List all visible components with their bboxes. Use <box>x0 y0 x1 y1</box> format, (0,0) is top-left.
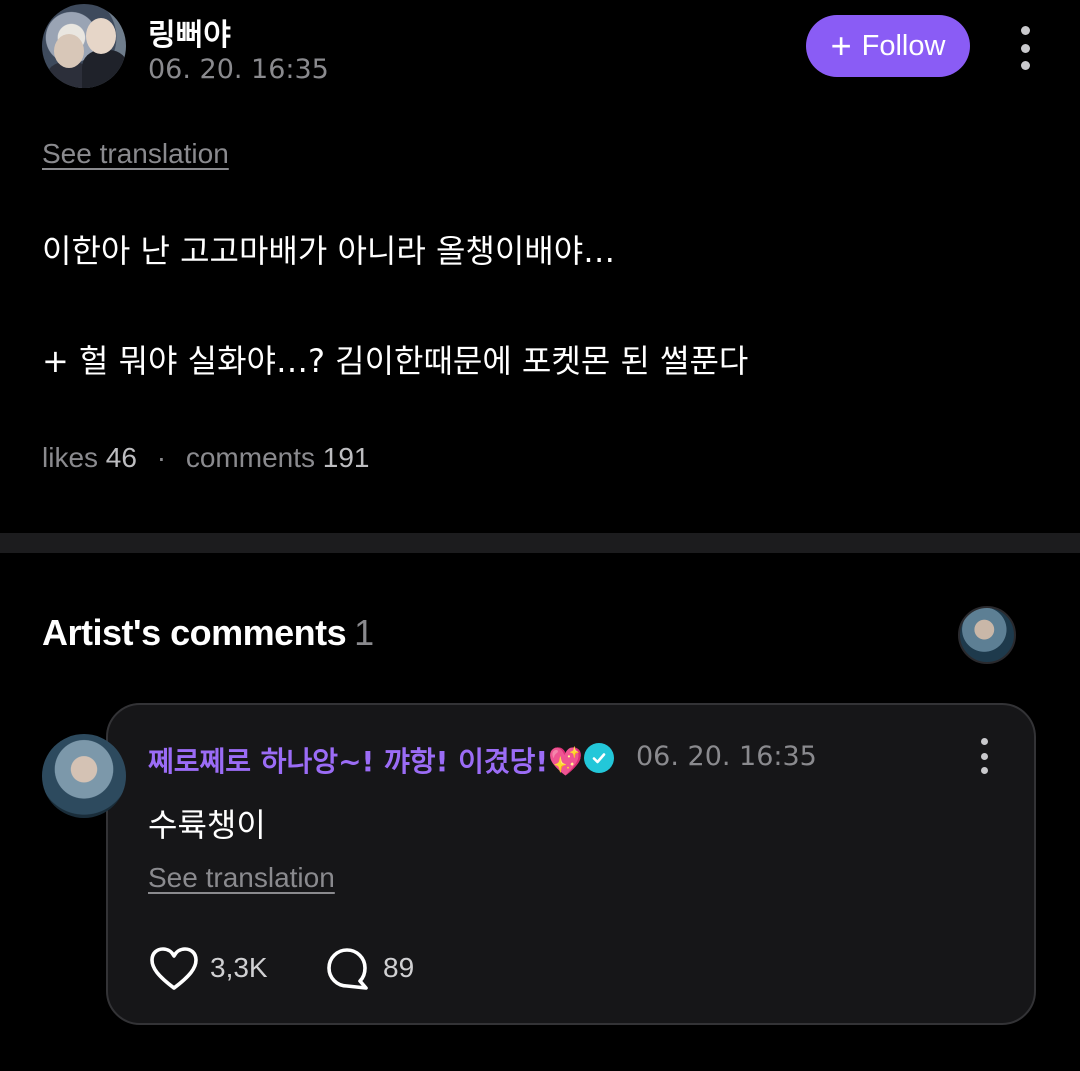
comment-text: 수륙챙이 <box>148 806 266 844</box>
artist-comments-heading: Artist's comments 1 <box>42 612 374 654</box>
author-username[interactable]: 링뻐야 <box>148 10 231 54</box>
post-timestamp: 06. 20. 16:35 <box>148 54 329 85</box>
heart-outline-icon[interactable] <box>148 944 200 994</box>
likes-label: likes <box>42 442 99 473</box>
comment-timestamp: 06. 20. 16:35 <box>636 741 817 772</box>
comments-label: comments <box>185 442 315 473</box>
comment-like-count: 3,3K <box>210 952 268 983</box>
likes-count[interactable]: 46 <box>106 442 137 473</box>
post-stats: likes 46 · comments 191 <box>42 442 370 474</box>
speech-bubble-icon[interactable] <box>322 944 372 994</box>
comment-more-vertical-icon[interactable] <box>974 738 994 774</box>
author-avatar[interactable] <box>42 4 126 88</box>
commenter-name[interactable]: 쩨로쩨로 하나앙~! 꺄항! 이겼당!💖 <box>148 740 583 780</box>
stats-separator: · <box>156 442 167 473</box>
artist-comments-title: Artist's comments <box>42 612 347 653</box>
post-header: 링뻐야 06. 20. 16:35 + Follow <box>0 0 1080 100</box>
comment-reply-count: 89 <box>383 952 415 983</box>
see-translation-link[interactable]: See translation <box>42 138 229 170</box>
artist-comments-count: 1 <box>354 612 374 653</box>
follow-button[interactable]: + Follow <box>806 15 970 77</box>
follow-label: Follow <box>861 29 946 62</box>
verified-badge-icon <box>584 743 614 773</box>
post-body-line2: + 헐 뭐야 실화야…? 김이한때문에 포켓몬 된 썰푼다 <box>42 342 749 380</box>
artist-avatar-small[interactable] <box>958 606 1016 664</box>
section-divider <box>0 533 1080 553</box>
more-vertical-icon[interactable] <box>1010 26 1040 70</box>
comments-count[interactable]: 191 <box>323 442 370 473</box>
post-body-line1: 이한아 난 고고마배가 아니라 올챙이배야… <box>42 232 616 270</box>
comment-see-translation-link[interactable]: See translation <box>148 862 335 894</box>
commenter-avatar[interactable] <box>42 734 126 818</box>
plus-icon: + <box>830 25 852 66</box>
